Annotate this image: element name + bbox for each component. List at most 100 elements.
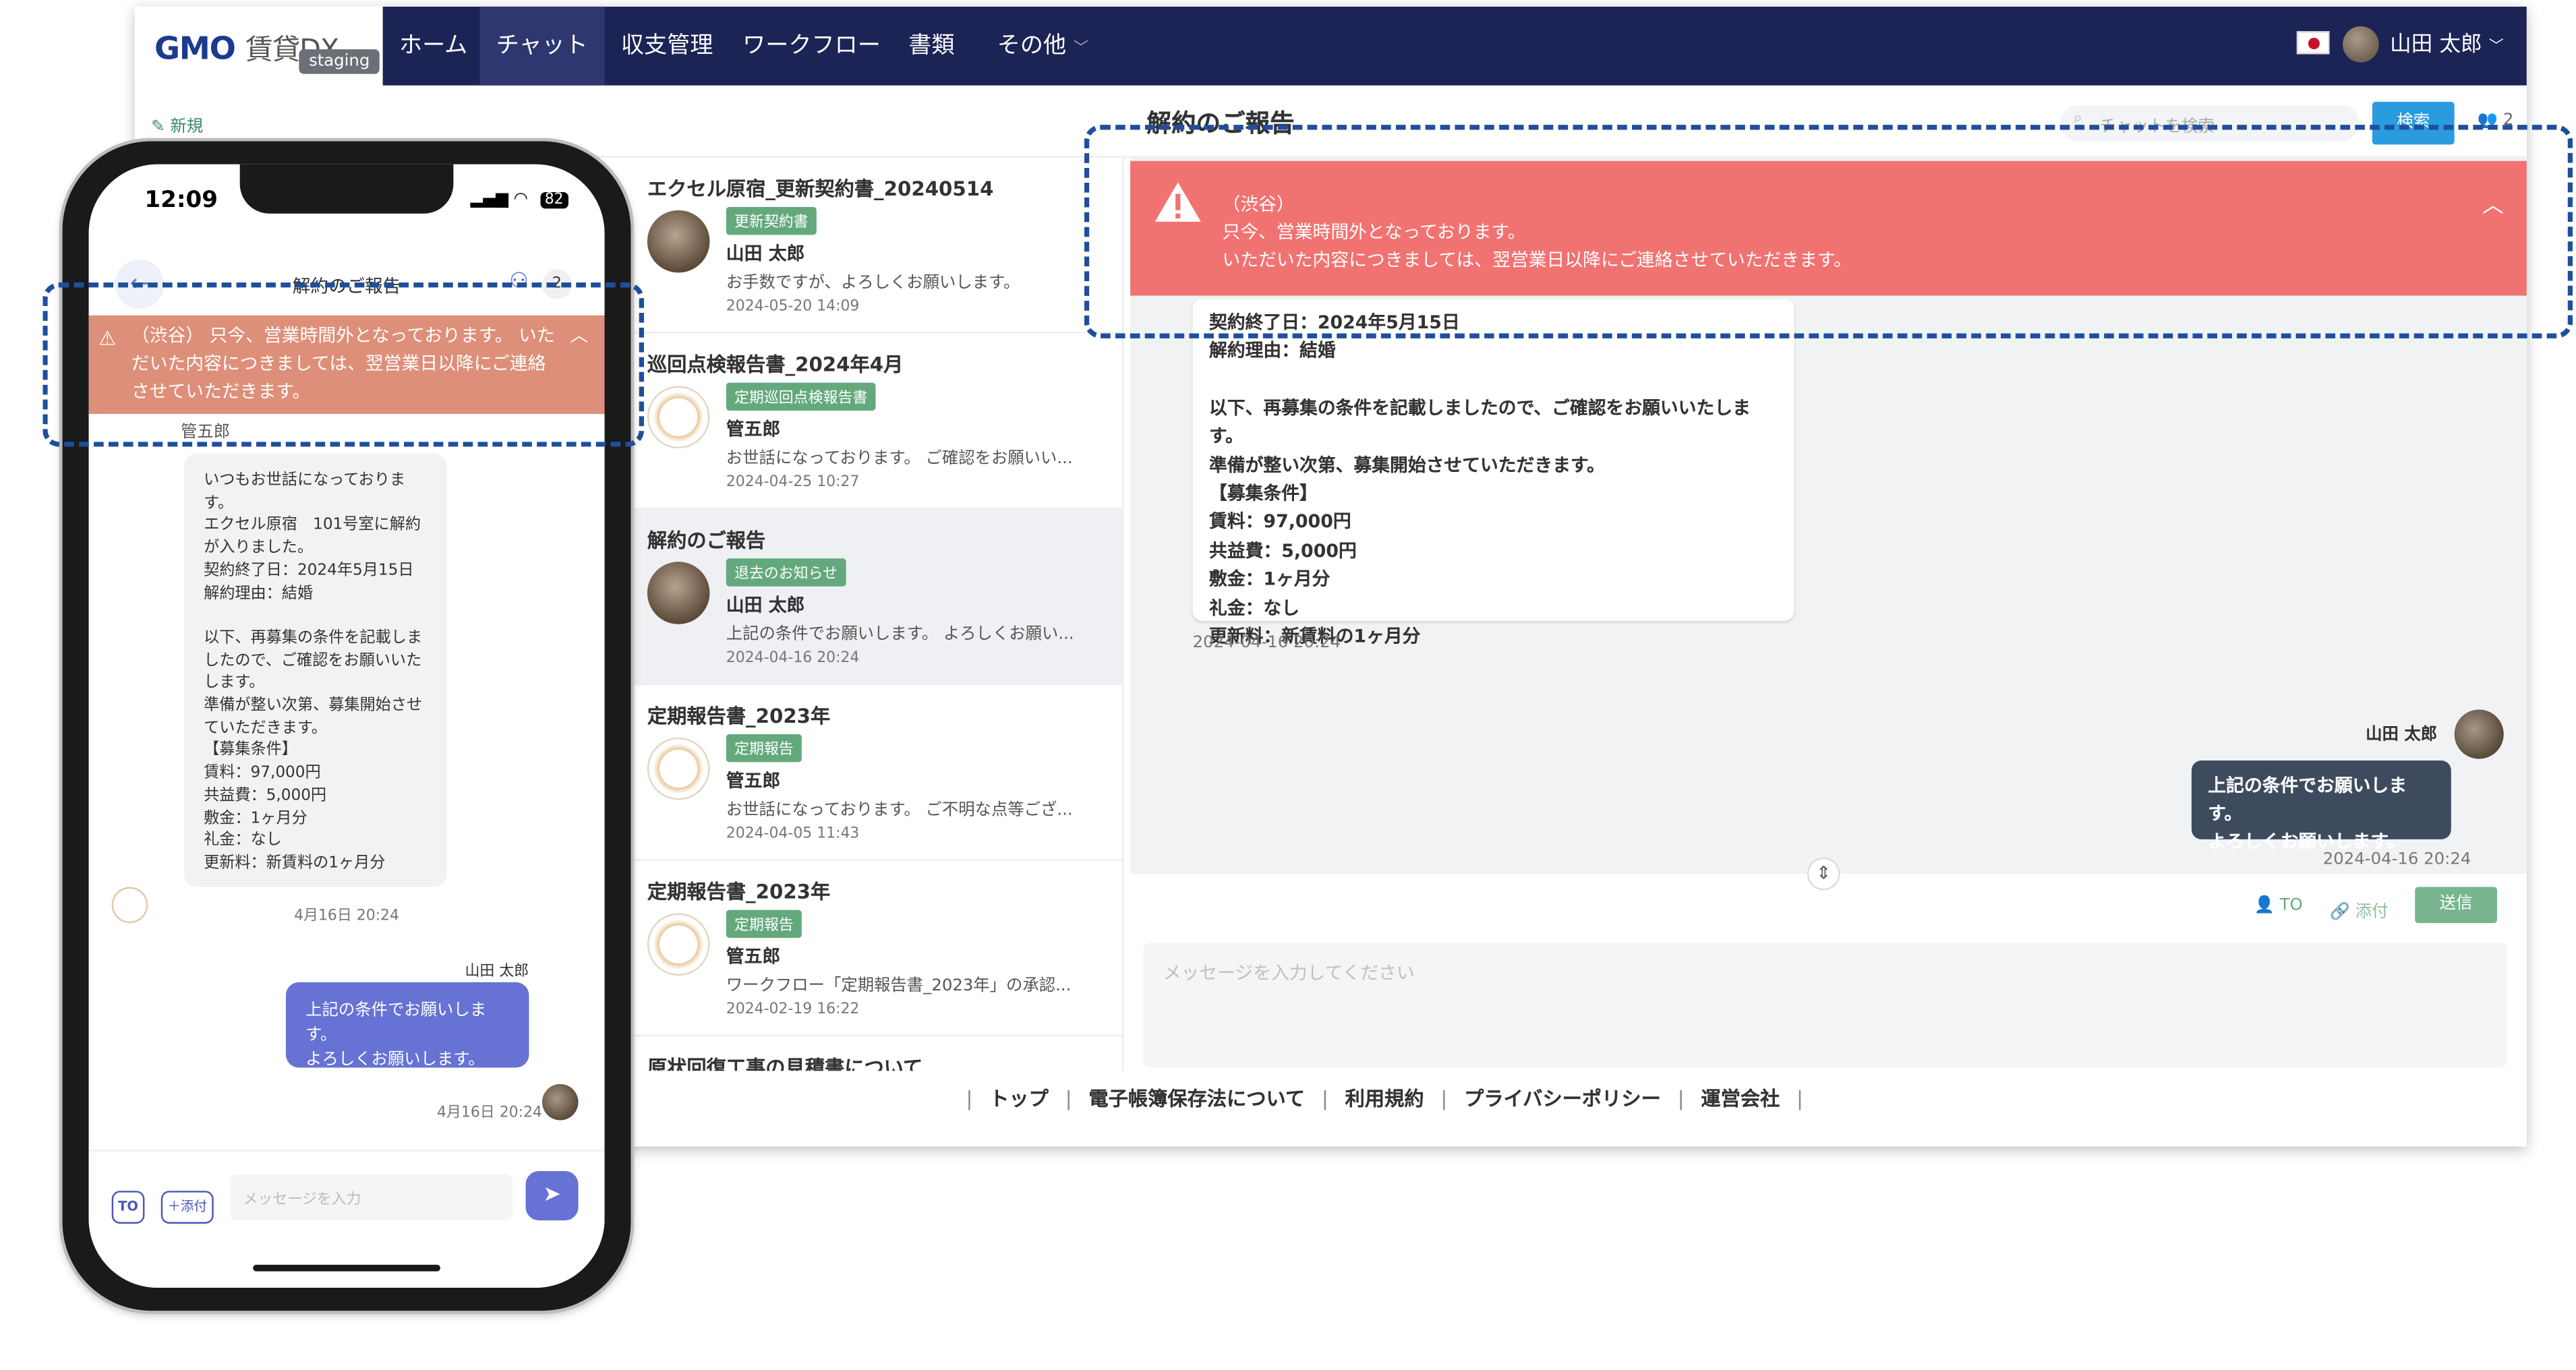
chat-room-item[interactable]: 巡回点検報告書_2024年4月 定期巡回点検報告書 管五郎 お世話になっておりま… bbox=[631, 334, 1122, 510]
send-button[interactable]: 送信 bbox=[2415, 887, 2498, 924]
nav-chat[interactable]: チャット bbox=[479, 6, 605, 86]
footer-separator: | bbox=[1440, 1087, 1448, 1110]
message-timestamp: 4月16日 20:24 bbox=[437, 1105, 542, 1122]
avatar bbox=[647, 562, 710, 624]
footer-separator: | bbox=[1321, 1087, 1328, 1110]
room-sender: 管五郎 bbox=[726, 419, 781, 440]
message-composer: 👤 TO 🔗 添付 送信 メッセージを入力してください bbox=[1130, 874, 2527, 1071]
chat-room-list: エクセル原宿_更新契約書_20240514 更新契約書 山田 太郎 お手数ですが… bbox=[631, 157, 1124, 1071]
room-title: 定期報告書_2023年 bbox=[647, 705, 831, 728]
room-sender: 山田 太郎 bbox=[726, 243, 805, 265]
attach-button[interactable]: ＋添付 bbox=[160, 1191, 214, 1224]
room-tag: 定期巡回点検報告書 bbox=[726, 382, 876, 411]
room-title: 定期報告書_2023年 bbox=[647, 880, 831, 903]
incoming-message-bubble: 契約終了日：2024年5月15日 解約理由：結婚 以下、再募集の条件を記載しまし… bbox=[1192, 299, 1794, 647]
message-line: 礼金：なし bbox=[1209, 597, 1300, 619]
room-last-message: お世話になっております。 ご確認をお願いい... bbox=[726, 450, 1073, 469]
nav-finance[interactable]: 収支管理 bbox=[605, 7, 730, 86]
room-title: 原状回復工事の見積書について bbox=[647, 1056, 923, 1071]
phone-notch bbox=[239, 164, 454, 214]
footer-link-terms[interactable]: 利用規約 bbox=[1345, 1084, 1424, 1112]
paperclip-icon: 🔗 bbox=[2329, 903, 2350, 922]
message-line: 共益費：5,000円 bbox=[1209, 540, 1357, 562]
to-button[interactable]: TO bbox=[111, 1191, 145, 1224]
chevron-down-icon: ﹀ bbox=[1073, 40, 1088, 58]
incoming-message-bubble: いつもお世話になっております。 エクセル原宿 101号室に解約が入りました。 契… bbox=[183, 453, 447, 887]
room-tag: 定期報告 bbox=[726, 734, 802, 763]
new-chat-label: 新規 bbox=[170, 118, 204, 137]
room-tag: 退去のお知らせ bbox=[726, 558, 846, 587]
room-last-message: ワークフロー「定期報告書_2023年」の承認... bbox=[726, 977, 1072, 996]
chat-room-item[interactable]: 原状回復工事の見積書について bbox=[631, 1036, 1122, 1071]
room-date: 2024-04-05 11:43 bbox=[726, 826, 860, 843]
highlight-box-phone-alert bbox=[42, 282, 644, 447]
send-arrow-icon[interactable]: ➤ bbox=[525, 1171, 579, 1221]
avatar bbox=[647, 386, 710, 449]
status-time: 12:09 bbox=[144, 187, 218, 214]
chat-room-item-active[interactable]: 解約のご報告 退去のお知らせ 山田 太郎 上記の条件でお願いします。 よろしくお… bbox=[631, 509, 1122, 685]
avatar bbox=[541, 1083, 579, 1121]
message-line: 準備が整い次第、募集開始させていただきます。 bbox=[1209, 454, 1605, 476]
user-icon: 👤 bbox=[2254, 897, 2275, 915]
user-avatar[interactable] bbox=[2343, 26, 2379, 63]
attach-label: 添付 bbox=[2355, 903, 2389, 922]
message-timestamp: 4月16日 20:24 bbox=[294, 908, 399, 925]
footer-link-ebook-law[interactable]: 電子帳簿保存法について bbox=[1088, 1084, 1305, 1112]
chevron-down-icon: ﹀ bbox=[2488, 39, 2504, 56]
footer-link-company[interactable]: 運営会社 bbox=[1701, 1084, 1780, 1112]
chat-room-item[interactable]: 定期報告書_2023年 定期報告 管五郎 ワークフロー「定期報告書_2023年」… bbox=[631, 861, 1122, 1037]
nav-more[interactable]: その他 ﹀ bbox=[980, 7, 1105, 86]
room-title: 巡回点検報告書_2024年4月 bbox=[647, 353, 904, 376]
room-sender: 管五郎 bbox=[726, 770, 781, 792]
logo-main: GMO bbox=[154, 31, 236, 67]
chat-room-item[interactable]: 定期報告書_2023年 定期報告 管五郎 お世話になっております。 ご不明な点等… bbox=[631, 685, 1122, 861]
message-timestamp: 2024-04-16 20:24 bbox=[1192, 634, 1341, 653]
top-navbar: GMO 賃貸DX staging ホーム チャット 収支管理 ワークフロー 書類… bbox=[134, 6, 2527, 87]
room-title: エクセル原宿_更新契約書_20240514 bbox=[647, 177, 994, 201]
edit-icon: ✎ bbox=[151, 118, 165, 137]
to-label: TO bbox=[2279, 897, 2303, 915]
phone-message-input[interactable]: メッセージを入力 bbox=[230, 1174, 513, 1221]
message-line: 【募集条件】 bbox=[1209, 483, 1318, 504]
message-timestamp: 2024-04-16 20:24 bbox=[2322, 850, 2471, 869]
nav-home[interactable]: ホーム bbox=[383, 7, 484, 86]
avatar bbox=[647, 913, 710, 976]
message-input[interactable]: メッセージを入力してください bbox=[1143, 943, 2507, 1068]
chat-room-item[interactable]: エクセル原宿_更新契約書_20240514 更新契約書 山田 太郎 お手数ですが… bbox=[631, 158, 1122, 334]
room-title: 解約のご報告 bbox=[647, 529, 766, 552]
user-name: 山田 太郎 bbox=[2389, 32, 2482, 58]
outgoing-sender-name: 山田 太郎 bbox=[465, 964, 529, 981]
room-tag: 更新契約書 bbox=[726, 206, 817, 235]
message-line: 以下、再募集の条件を記載しましたので、ご確認をお願いいたします。 bbox=[1209, 397, 1751, 448]
japan-flag-icon[interactable] bbox=[2296, 31, 2330, 55]
room-date: 2024-04-25 10:27 bbox=[726, 475, 860, 492]
message-line: 賃料：97,000円 bbox=[1209, 511, 1351, 533]
footer-separator: | bbox=[1796, 1087, 1804, 1110]
footer-link-top[interactable]: トップ bbox=[989, 1084, 1049, 1112]
wifi-icon: ◠ bbox=[513, 190, 528, 209]
room-sender: 山田 太郎 bbox=[726, 594, 805, 616]
avatar bbox=[647, 737, 710, 800]
nav-documents[interactable]: 書類 bbox=[892, 7, 971, 86]
env-badge: staging bbox=[299, 49, 380, 74]
user-menu[interactable]: 山田 太郎 ﹀ bbox=[2390, 7, 2504, 87]
room-sender: 管五郎 bbox=[726, 946, 781, 967]
footer-link-privacy[interactable]: プライバシーポリシー bbox=[1464, 1084, 1661, 1112]
room-last-message: お手数ですが、よろしくお願いします。 bbox=[726, 274, 1020, 293]
outgoing-message-bubble: 上記の条件でお願いします。 よろしくお願いします。 bbox=[285, 982, 529, 1069]
message-line: 解約理由：結婚 bbox=[1209, 340, 1336, 362]
avatar bbox=[647, 210, 710, 273]
to-button[interactable]: 👤 TO bbox=[2254, 897, 2302, 915]
home-indicator bbox=[253, 1264, 440, 1272]
room-tag: 定期報告 bbox=[726, 910, 802, 939]
footer-separator: | bbox=[1677, 1087, 1685, 1110]
new-chat-button[interactable]: ✎ 新規 bbox=[151, 112, 204, 137]
attach-button[interactable]: 🔗 添付 bbox=[2330, 897, 2389, 922]
room-date: 2024-02-19 16:22 bbox=[726, 1002, 860, 1019]
footer-separator: | bbox=[966, 1087, 973, 1110]
room-date: 2024-04-16 20:24 bbox=[726, 650, 860, 667]
outgoing-sender-name: 山田 太郎 bbox=[2366, 725, 2438, 744]
nav-workflow[interactable]: ワークフロー bbox=[726, 7, 897, 86]
resize-handle-icon[interactable]: ⇕ bbox=[1807, 857, 1840, 891]
message-line bbox=[1209, 366, 1778, 394]
